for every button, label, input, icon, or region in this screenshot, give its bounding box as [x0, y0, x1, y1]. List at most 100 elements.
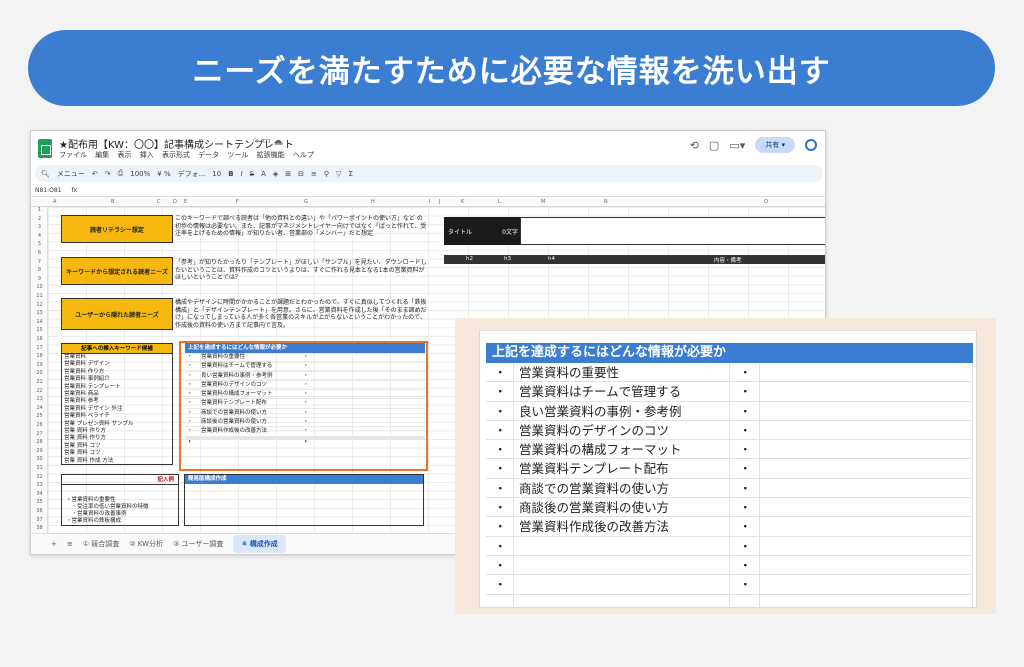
row-number[interactable]: 6	[31, 250, 48, 256]
keyword-item[interactable]: 営業資料 デザイン	[64, 361, 172, 368]
row-number[interactable]: 36	[31, 508, 48, 514]
row-number[interactable]: 15	[31, 327, 48, 333]
col-l[interactable]: L	[498, 199, 501, 205]
row-number[interactable]: 21	[31, 379, 48, 385]
row-number[interactable]: 31	[31, 465, 48, 471]
row-number[interactable]: 18	[31, 353, 48, 359]
history-icon[interactable]: ⟲	[690, 139, 699, 152]
row-number[interactable]: 30	[31, 456, 48, 462]
link-icon[interactable]: ⚲	[324, 170, 329, 178]
zoom-row[interactable]: ・営業資料テンプレート配布・	[486, 459, 973, 479]
row-number[interactable]: 24	[31, 405, 48, 411]
menu-search[interactable]: メニュー	[57, 169, 85, 179]
tab-user[interactable]: ③ ユーザー調査	[173, 539, 223, 549]
merge-icon[interactable]: ⊟	[298, 170, 304, 178]
col-h[interactable]: H	[371, 199, 375, 205]
cell-ref[interactable]: N81:O81	[35, 187, 62, 194]
col-b[interactable]: B	[111, 199, 114, 205]
hidden-needs-text[interactable]: 構成やデザインに時間がかかることが課題だとわかったので、すぐに真似してつくれる「…	[175, 299, 427, 329]
col-a[interactable]: A	[53, 199, 56, 205]
row-number[interactable]: 32	[31, 474, 48, 480]
menu-view[interactable]: 表示	[117, 151, 131, 159]
zoom-row[interactable]: ・良い営業資料の事例・参考例・	[486, 402, 973, 421]
col-j[interactable]: J	[439, 199, 440, 205]
col-e[interactable]: E	[184, 199, 187, 205]
mini-info-item[interactable]: 営業資料の構成フォーマット	[185, 390, 425, 400]
row-number[interactable]: 16	[31, 336, 48, 342]
menu-help[interactable]: ヘルプ	[293, 151, 314, 159]
text-color-icon[interactable]: A	[261, 170, 266, 178]
all-sheets-icon[interactable]: ≡	[67, 540, 73, 548]
literacy-text[interactable]: このキーワードで調べる読者は「他の資料との違い」や「パワーポイントの使い方」など…	[175, 215, 427, 238]
row-number[interactable]: 35	[31, 499, 48, 505]
row-number[interactable]: 1	[31, 207, 48, 213]
row-number[interactable]: 27	[31, 431, 48, 437]
sigma-icon[interactable]: Σ	[348, 170, 352, 178]
zoom-select[interactable]: 100%	[130, 170, 150, 178]
filter-icon[interactable]: ▽	[336, 170, 341, 178]
menu-insert[interactable]: 挿入	[140, 151, 154, 159]
comment-icon[interactable]: ▢	[709, 139, 719, 152]
row-number[interactable]: 25	[31, 413, 48, 419]
menu-tools[interactable]: ツール	[227, 151, 248, 159]
zoom-row[interactable]: ・商談での営業資料の使い方・	[486, 479, 973, 499]
mini-info-item[interactable]: 営業資料のデザインのコツ	[185, 381, 425, 391]
row-number[interactable]: 4	[31, 233, 48, 239]
sheets-logo-icon[interactable]	[38, 139, 52, 158]
mini-info-item[interactable]: 商談での営業資料の使い方	[185, 409, 425, 419]
mini-info-item[interactable]	[185, 438, 425, 447]
row-number[interactable]: 14	[31, 319, 48, 325]
keyword-item[interactable]: 営業資料 テンプレート	[64, 384, 172, 391]
menu-file[interactable]: ファイル	[59, 151, 87, 159]
row-number[interactable]: 13	[31, 310, 48, 316]
keyword-item[interactable]: 営業資料 参考	[64, 398, 172, 405]
zoom-row[interactable]: ・商談後の営業資料の使い方・	[486, 498, 973, 518]
font-size-input[interactable]: 10	[212, 170, 221, 178]
star-icon[interactable]: ☆ ▭ ☁	[251, 136, 282, 146]
menu-edit[interactable]: 編集	[95, 151, 109, 159]
zoom-row[interactable]: ・・	[486, 556, 973, 576]
tab-outline[interactable]: ④ 構成作成	[233, 535, 286, 553]
row-number[interactable]: 23	[31, 396, 48, 402]
gemini-icon[interactable]	[805, 139, 817, 151]
fill-color-icon[interactable]: ◈	[273, 170, 278, 178]
col-g[interactable]: G	[304, 199, 308, 205]
tab-competitor[interactable]: ① 競合調査	[83, 539, 120, 549]
col-n[interactable]: N	[604, 199, 608, 205]
mini-info-item[interactable]: 営業資料の重要性	[185, 353, 425, 363]
row-number[interactable]: 20	[31, 370, 48, 376]
zoom-row[interactable]: ・営業資料のデザインのコツ・	[486, 421, 973, 441]
row-number[interactable]: 8	[31, 267, 48, 273]
row-number[interactable]: 5	[31, 241, 48, 247]
col-f[interactable]: F	[236, 199, 239, 205]
col-c[interactable]: C	[157, 199, 161, 205]
keyword-item[interactable]: 営業資料 事例紹介	[64, 376, 172, 383]
redo-icon[interactable]: ↷	[105, 170, 111, 178]
bold-icon[interactable]: B	[228, 170, 233, 178]
keyword-item[interactable]: 営業 資料 コツ	[64, 450, 172, 457]
menu-data[interactable]: データ	[198, 151, 219, 159]
mini-info-item[interactable]: 営業資料はチームで管理する	[185, 362, 425, 372]
menu-format[interactable]: 表示形式	[162, 151, 190, 159]
row-number[interactable]: 19	[31, 362, 48, 368]
col-k[interactable]: K	[461, 199, 464, 205]
col-i[interactable]: I	[429, 199, 430, 205]
row-number[interactable]: 9	[31, 276, 48, 282]
mini-info-item[interactable]: 営業資料テンプレート配布	[185, 399, 425, 409]
row-number[interactable]: 11	[31, 293, 48, 299]
col-o[interactable]: O	[764, 199, 768, 205]
row-number[interactable]: 10	[31, 284, 48, 290]
row-number[interactable]: 28	[31, 439, 48, 445]
row-number[interactable]: 3	[31, 224, 48, 230]
share-button[interactable]: 共有 ▾	[755, 137, 795, 153]
row-number[interactable]: 22	[31, 388, 48, 394]
borders-icon[interactable]: ⊞	[285, 170, 291, 178]
row-number[interactable]: 2	[31, 216, 48, 222]
keyword-item[interactable]: 営業 プレゼン資料 サンプル	[64, 421, 172, 428]
zoom-row[interactable]: ・営業資料の構成フォーマット・	[486, 440, 973, 460]
row-number[interactable]: 29	[31, 448, 48, 454]
mini-info-item[interactable]: 商談後の営業資料の使い方	[185, 418, 425, 428]
row-number[interactable]: 12	[31, 302, 48, 308]
zoom-row[interactable]: ・営業資料の重要性・	[486, 363, 973, 383]
title-input[interactable]	[520, 217, 825, 245]
